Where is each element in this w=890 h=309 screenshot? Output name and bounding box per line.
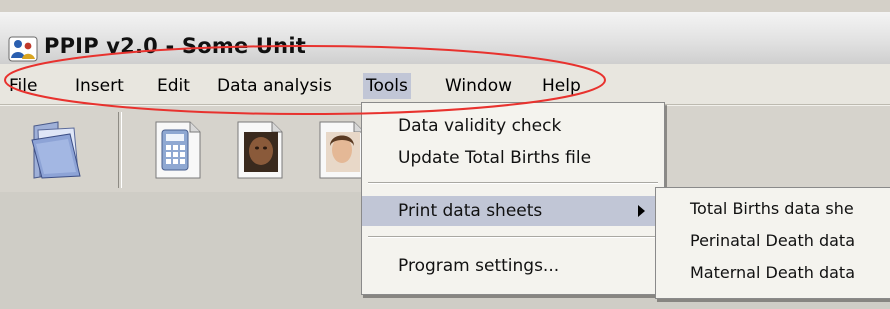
menu-update-total-births-file[interactable]: Update Total Births file bbox=[362, 143, 664, 173]
menu-item-label: Program settings... bbox=[398, 256, 560, 276]
title-bar[interactable]: PPIP v2.0 - Some Unit bbox=[0, 12, 890, 64]
menu-window[interactable]: Window bbox=[442, 73, 515, 99]
submenu-total-births-data-sheet[interactable]: Total Births data she bbox=[690, 194, 854, 224]
menu-separator bbox=[368, 182, 658, 184]
app-window: PPIP v2.0 - Some Unit File Insert Edit D… bbox=[0, 0, 890, 309]
baby-document-icon[interactable] bbox=[232, 116, 288, 182]
window-title: PPIP v2.0 - Some Unit bbox=[44, 34, 306, 58]
toolbar-separator bbox=[118, 112, 122, 188]
print-data-sheets-submenu: Total Births data she Perinatal Death da… bbox=[655, 187, 890, 299]
menu-item-label: Print data sheets bbox=[398, 201, 543, 221]
menu-separator bbox=[368, 236, 658, 238]
menu-data-analysis[interactable]: Data analysis bbox=[214, 73, 335, 99]
menu-bar: File Insert Edit Data analysis Tools Win… bbox=[0, 64, 890, 105]
menu-item-label: Data validity check bbox=[398, 116, 562, 136]
folder-open-icon[interactable] bbox=[28, 116, 84, 182]
menu-item-label: Update Total Births file bbox=[398, 148, 592, 168]
app-people-icon bbox=[8, 36, 38, 62]
menu-tools[interactable]: Tools bbox=[363, 73, 411, 99]
tools-dropdown-menu: Data validity check Update Total Births … bbox=[361, 102, 665, 295]
submenu-perinatal-death-data[interactable]: Perinatal Death data bbox=[690, 226, 855, 256]
menu-help[interactable]: Help bbox=[539, 73, 584, 99]
menu-file[interactable]: File bbox=[6, 73, 40, 99]
menu-print-data-sheets[interactable]: Print data sheets bbox=[362, 196, 664, 226]
menu-insert[interactable]: Insert bbox=[72, 73, 127, 99]
submenu-maternal-death-data[interactable]: Maternal Death data bbox=[690, 258, 855, 288]
submenu-arrow-icon bbox=[638, 205, 645, 217]
menu-edit[interactable]: Edit bbox=[154, 73, 193, 99]
menu-data-validity-check[interactable]: Data validity check bbox=[362, 111, 664, 141]
menu-program-settings[interactable]: Program settings... bbox=[362, 251, 664, 281]
calculator-document-icon[interactable] bbox=[150, 116, 206, 182]
